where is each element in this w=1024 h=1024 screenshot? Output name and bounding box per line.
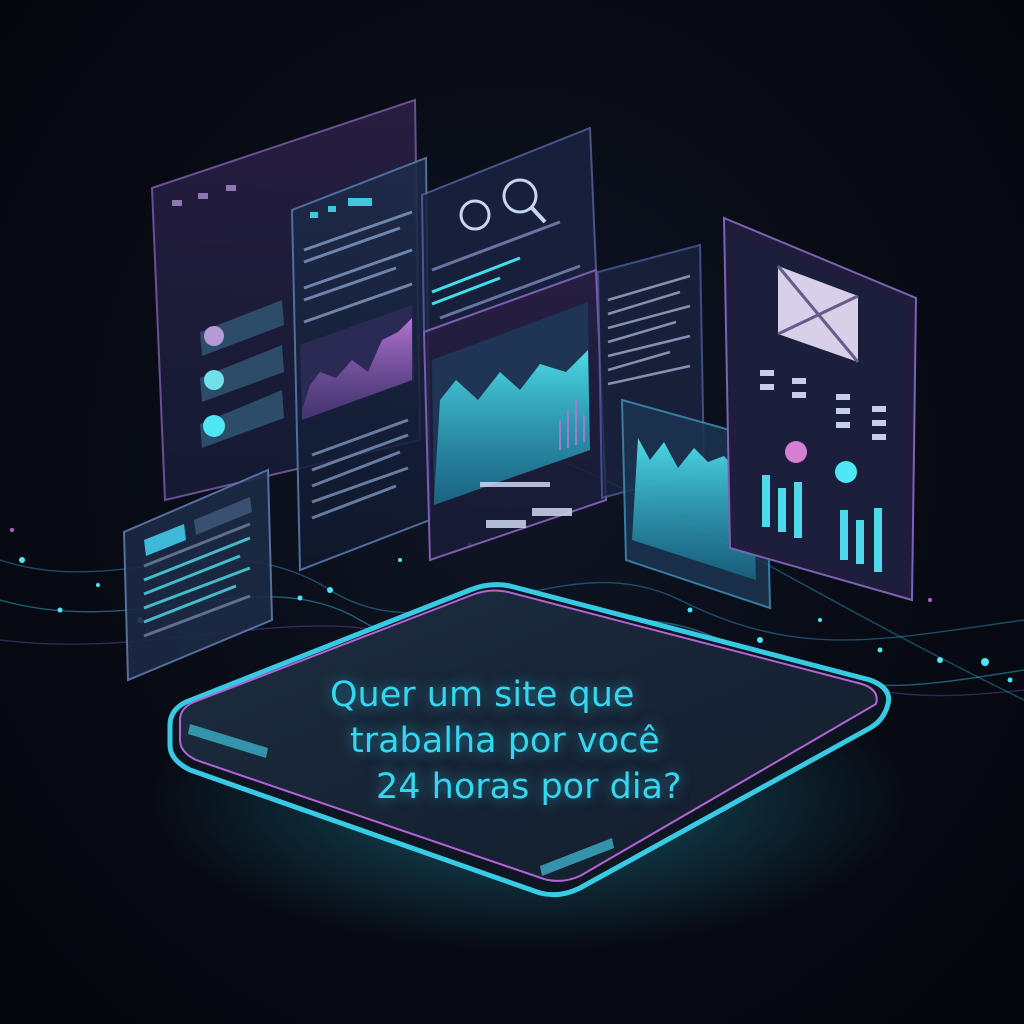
headline: Quer um site que trabalha por você 24 ho… [280,672,750,810]
illustration: Quer um site que trabalha por você 24 ho… [0,0,1024,1024]
panel-article [290,156,432,572]
panel-notes [122,468,274,682]
isometric-dashboard-scene [0,98,1024,950]
panel-profile [722,216,918,602]
headline-line-2: trabalha por você [350,721,660,761]
headline-line-1: Quer um site que [330,675,635,715]
headline-line-3: 24 horas por dia? [376,767,682,807]
